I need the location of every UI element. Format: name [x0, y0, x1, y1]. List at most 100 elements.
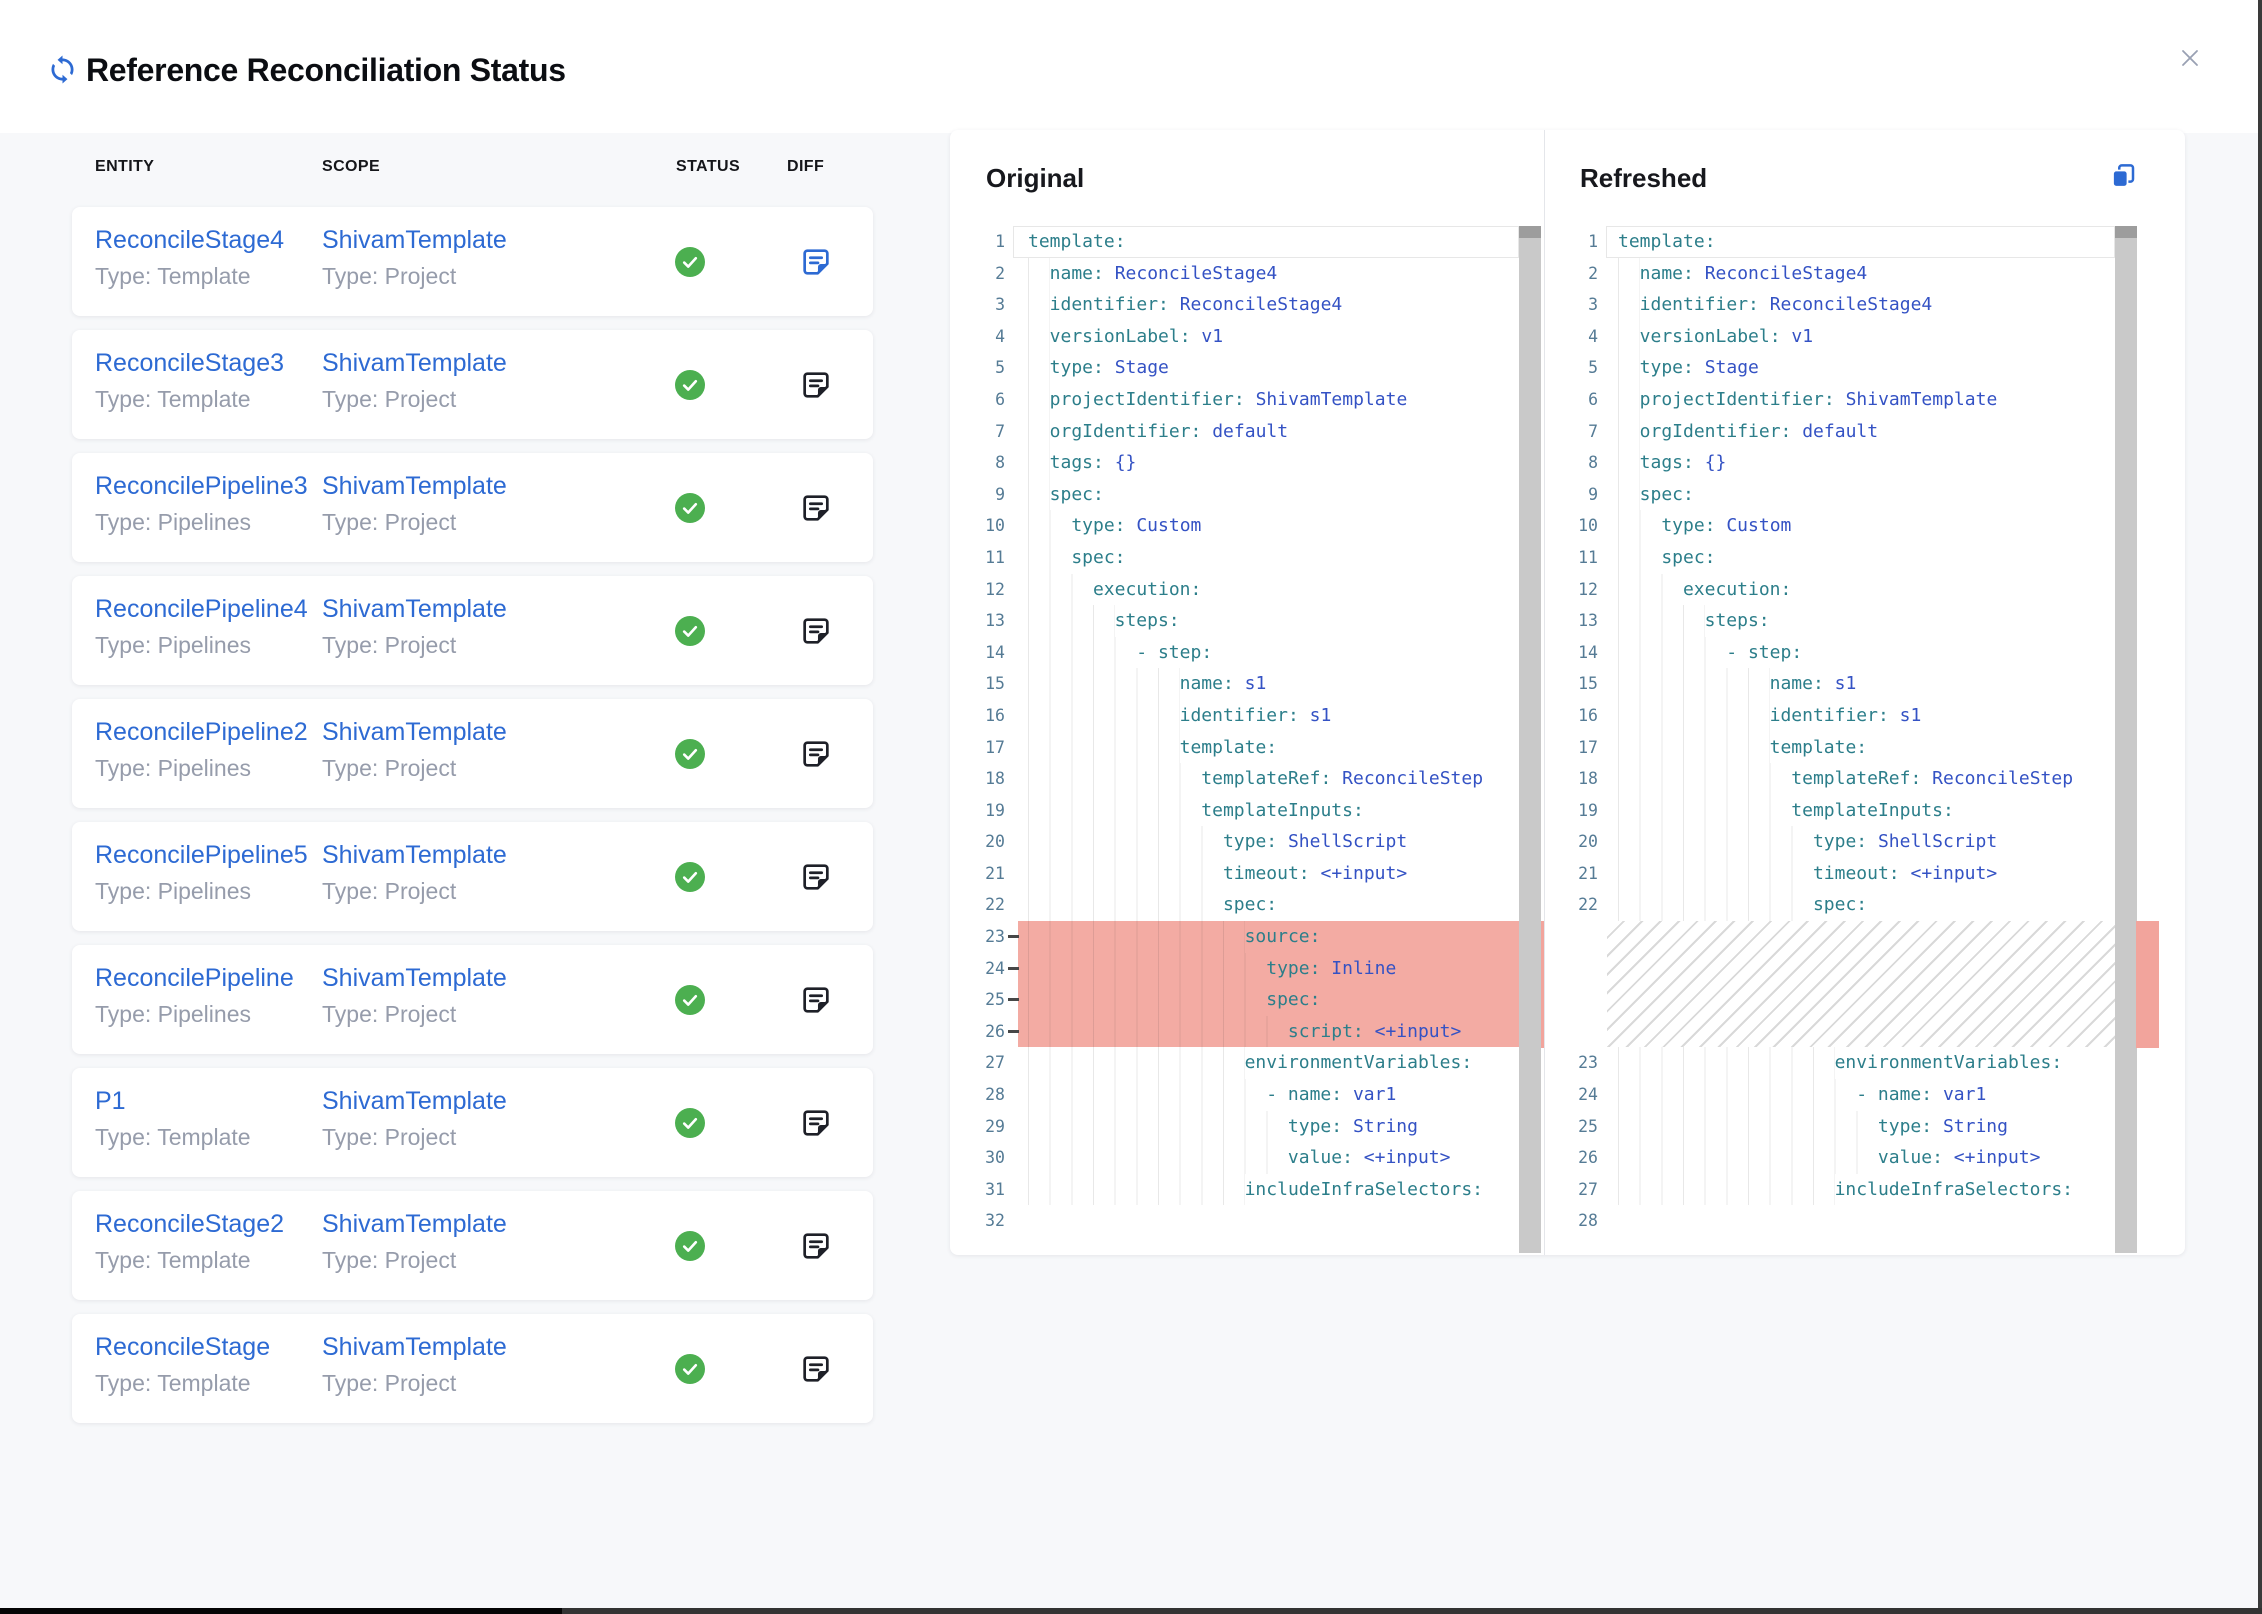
original-diff-ruler-marker — [1541, 921, 1544, 1048]
code-line: 15name: s1 — [965, 668, 1519, 700]
line-number: 1 — [1545, 226, 1598, 258]
line-number: 4 — [965, 321, 1005, 353]
line-number: 21 — [1545, 858, 1598, 890]
line-number: 4 — [1545, 321, 1598, 353]
code-line: 12execution: — [1545, 574, 2115, 606]
removed-line-marker — [1008, 935, 1019, 938]
line-number: 19 — [965, 795, 1005, 827]
scope-type-label: Type: Project — [322, 386, 456, 413]
code-line: 20type: ShellScript — [1545, 826, 2115, 858]
code-line: 16identifier: s1 — [1545, 700, 2115, 732]
line-number: 27 — [965, 1047, 1005, 1079]
note-diff-icon[interactable] — [799, 737, 833, 771]
refreshed-diff-ruler-marker — [2136, 921, 2159, 1048]
scope-link[interactable]: ShivamTemplate — [322, 595, 507, 624]
entity-link[interactable]: ReconcileStage — [95, 1333, 270, 1362]
entity-type-label: Type: Pipelines — [95, 632, 251, 659]
scope-type-label: Type: Project — [322, 755, 456, 782]
scope-link[interactable]: ShivamTemplate — [322, 841, 507, 870]
close-icon[interactable] — [2176, 44, 2204, 72]
line-number: 13 — [965, 605, 1005, 637]
scope-type-label: Type: Project — [322, 1247, 456, 1274]
code-line: 1template: — [965, 226, 1519, 258]
entity-link[interactable]: ReconcilePipeline4 — [95, 595, 308, 624]
entity-link[interactable]: ReconcilePipeline3 — [95, 472, 308, 501]
entity-link[interactable]: ReconcileStage4 — [95, 226, 284, 255]
refreshed-scrollbar[interactable] — [2115, 226, 2137, 1253]
line-number: 27 — [1545, 1174, 1598, 1206]
column-header-entity: ENTITY — [95, 158, 154, 176]
code-line: 21timeout: <+input> — [1545, 858, 2115, 890]
copy-icon[interactable] — [2108, 161, 2138, 191]
check-circle-icon — [675, 616, 705, 646]
screen-bottom-edge — [0, 1608, 2262, 1614]
scope-link[interactable]: ShivamTemplate — [322, 349, 507, 378]
entity-link[interactable]: ReconcileStage3 — [95, 349, 284, 378]
note-diff-icon[interactable] — [799, 1229, 833, 1263]
entity-type-label: Type: Template — [95, 1124, 251, 1151]
code-line: 13steps: — [965, 605, 1519, 637]
code-line: 26value: <+input> — [1545, 1142, 2115, 1174]
code-line: 16identifier: s1 — [965, 700, 1519, 732]
check-circle-icon — [675, 247, 705, 277]
entity-type-label: Type: Pipelines — [95, 1001, 251, 1028]
scope-type-label: Type: Project — [322, 878, 456, 905]
table-row: ReconcilePipeline4 Type: Pipelines ShivamT… — [72, 576, 873, 685]
original-scrollbar[interactable] — [1519, 226, 1541, 1253]
entity-type-label: Type: Template — [95, 263, 251, 290]
entity-link[interactable]: ReconcilePipeline2 — [95, 718, 308, 747]
line-number: 6 — [965, 384, 1005, 416]
check-circle-icon — [675, 1231, 705, 1261]
line-number: 19 — [1545, 795, 1598, 827]
table-row: ReconcilePipeline Type: Pipelines ShivamTe… — [72, 945, 873, 1054]
scope-link[interactable]: ShivamTemplate — [322, 1087, 507, 1116]
entity-link[interactable]: ReconcilePipeline — [95, 964, 294, 993]
entity-link[interactable]: ReconcilePipeline5 — [95, 841, 308, 870]
diff-panel: Original Refreshed 1template:2name: Reco… — [950, 130, 2185, 1255]
line-number: 1 — [965, 226, 1005, 258]
scope-link[interactable]: ShivamTemplate — [322, 718, 507, 747]
code-line: 18templateRef: ReconcileStep — [965, 763, 1519, 795]
code-line: 19templateInputs: — [1545, 795, 2115, 827]
code-line: 1template: — [1545, 226, 2115, 258]
line-number: 8 — [965, 447, 1005, 479]
code-line: 14- step: — [965, 637, 1519, 669]
entity-type-label: Type: Template — [95, 1247, 251, 1274]
line-number: 22 — [965, 889, 1005, 921]
line-number: 21 — [965, 858, 1005, 890]
code-line: 13steps: — [1545, 605, 2115, 637]
line-number: 9 — [1545, 479, 1598, 511]
code-line: 24- name: var1 — [1545, 1079, 2115, 1111]
scope-link[interactable]: ShivamTemplate — [322, 964, 507, 993]
note-diff-icon[interactable] — [799, 1106, 833, 1140]
code-line: 12execution: — [965, 574, 1519, 606]
code-line-removed: 25spec: — [965, 984, 1519, 1016]
check-circle-icon — [675, 1354, 705, 1384]
note-diff-icon[interactable] — [799, 491, 833, 525]
line-number: 17 — [1545, 732, 1598, 764]
table-row: ReconcilePipeline2Type: PipelinesShivamT… — [72, 699, 873, 808]
column-header-status: STATUS — [676, 158, 740, 176]
line-number: 5 — [1545, 352, 1598, 384]
code-line: 28- name: var1 — [965, 1079, 1519, 1111]
scope-link[interactable]: ShivamTemplate — [322, 472, 507, 501]
note-diff-icon[interactable] — [799, 368, 833, 402]
scope-link[interactable]: ShivamTemplate — [322, 226, 507, 255]
note-diff-icon[interactable] — [799, 983, 833, 1017]
entity-link[interactable]: P1 — [95, 1087, 126, 1116]
entity-link[interactable]: ReconcileStage2 — [95, 1210, 284, 1239]
line-number: 15 — [965, 668, 1005, 700]
check-circle-icon — [675, 985, 705, 1015]
scope-link[interactable]: ShivamTemplate — [322, 1333, 507, 1362]
code-line: 28 — [1545, 1205, 2115, 1237]
code-line: 31includeInfraSelectors: — [965, 1174, 1519, 1206]
code-line: 22spec: — [1545, 889, 2115, 921]
note-diff-icon[interactable] — [799, 614, 833, 648]
note-diff-icon[interactable] — [799, 245, 833, 279]
scope-link[interactable]: ShivamTemplate — [322, 1210, 507, 1239]
code-line: 15name: s1 — [1545, 668, 2115, 700]
line-number: 17 — [965, 732, 1005, 764]
note-diff-icon[interactable] — [799, 1352, 833, 1386]
note-diff-icon[interactable] — [799, 860, 833, 894]
line-number: 29 — [965, 1111, 1005, 1143]
